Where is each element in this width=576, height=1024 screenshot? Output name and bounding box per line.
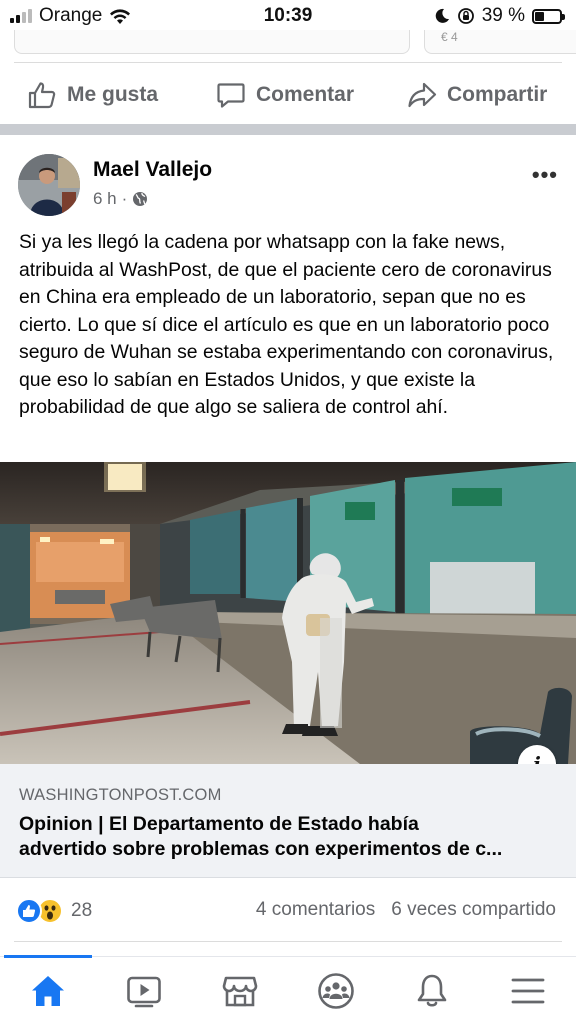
- divider: [14, 62, 562, 63]
- active-tab-indicator: [4, 955, 92, 958]
- like-reaction-icon: [16, 898, 42, 924]
- post-author[interactable]: Mael Vallejo: [93, 158, 212, 182]
- meta-separator: ·: [121, 189, 128, 208]
- share-label: Compartir: [447, 83, 548, 106]
- status-bar: Orange 10:39 39 %: [0, 0, 576, 32]
- post-image[interactable]: i: [0, 462, 576, 764]
- feed-separator: [0, 124, 576, 135]
- divider: [14, 941, 562, 942]
- nav-watch[interactable]: [122, 971, 166, 1011]
- nav-groups[interactable]: [314, 971, 358, 1011]
- groups-icon: [318, 973, 354, 1009]
- orientation-lock-icon: [457, 8, 474, 24]
- battery-fill: [535, 11, 545, 21]
- comments-count[interactable]: 4 comentarios: [256, 899, 375, 921]
- thumbs-up-icon: [28, 82, 56, 109]
- link-domain: WASHINGTONPOST.COM: [19, 786, 222, 804]
- profile-photo: [18, 154, 80, 216]
- globe-icon: [133, 192, 148, 206]
- menu-icon: [511, 978, 545, 1004]
- nav-home[interactable]: [26, 971, 70, 1011]
- nav-marketplace[interactable]: [218, 971, 262, 1011]
- engagement-counts: 4 comentarios 6 veces compartido: [256, 899, 556, 921]
- home-icon: [32, 976, 64, 1006]
- post-meta: 6 h ·: [93, 189, 148, 209]
- battery-icon: [532, 8, 565, 24]
- marketplace-icon: [222, 976, 258, 1007]
- battery-percent: 39 %: [481, 5, 525, 26]
- link-title-line: advertido sobre problemas con experiment…: [19, 838, 503, 860]
- previous-post-action-bar: Me gusta Comentar Compartir: [0, 70, 576, 120]
- link-title-line: Opinion | El Departamento de Estado habí…: [19, 813, 419, 835]
- shares-count[interactable]: 6 veces compartido: [391, 899, 556, 921]
- post-text: Si ya les llegó la cadena por whatsapp c…: [19, 231, 554, 418]
- reaction-count: 28: [71, 900, 93, 921]
- speech-bubble-icon: [217, 83, 245, 108]
- notifications-icon: [417, 974, 447, 1007]
- like-label: Me gusta: [67, 83, 159, 106]
- nav-notifications[interactable]: [410, 971, 454, 1011]
- previous-attachment-card[interactable]: [14, 30, 410, 54]
- comment-label: Comentar: [256, 83, 355, 106]
- share-button[interactable]: Compartir: [407, 70, 547, 120]
- comment-button[interactable]: Comentar: [216, 70, 354, 120]
- nav-menu[interactable]: [506, 971, 550, 1011]
- like-button[interactable]: Me gusta: [27, 70, 158, 120]
- watch-icon: [127, 976, 161, 1008]
- avatar[interactable]: [18, 154, 80, 216]
- link-preview[interactable]: WASHINGTONPOST.COM Opinion | El Departam…: [0, 764, 576, 878]
- share-arrow-icon: [408, 82, 437, 108]
- status-icons: 39 %: [434, 5, 565, 27]
- bottom-navigation: [0, 955, 576, 1024]
- link-title: Opinion | El Departamento de Estado habí…: [19, 812, 559, 862]
- post-time[interactable]: 6 h: [93, 189, 117, 209]
- moon-icon: [435, 8, 449, 23]
- hospital-photo: [0, 462, 576, 764]
- previous-partial-text: € 4: [441, 30, 458, 44]
- reactions-summary[interactable]: 28: [16, 896, 92, 926]
- more-dots-icon[interactable]: •••: [532, 162, 558, 188]
- previous-attachment-card[interactable]: € 4: [424, 30, 576, 54]
